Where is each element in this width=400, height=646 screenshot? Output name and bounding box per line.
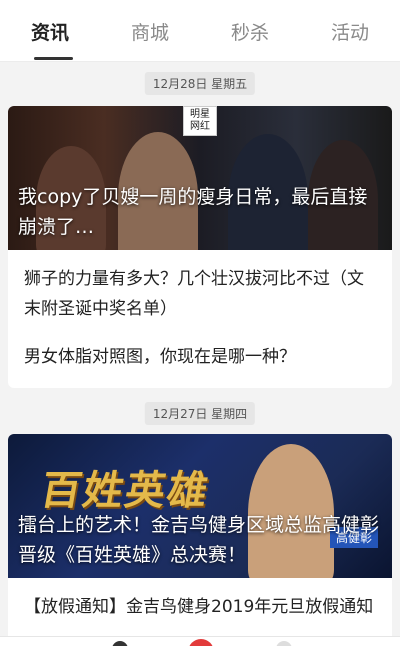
list-item[interactable]: 狮子的力量有多大？几个壮汉拔河比不过（文末附圣诞中奖名单） — [8, 264, 392, 324]
tab-mall[interactable]: 商城 — [100, 0, 200, 62]
tab-news[interactable]: 资讯 — [0, 0, 100, 62]
nav-center-icon[interactable] — [188, 639, 214, 646]
nav-icon[interactable] — [112, 641, 128, 646]
top-tab-bar: 资讯 商城 秒杀 活动 — [0, 0, 400, 62]
bottom-nav — [0, 636, 400, 646]
event-logo: 百姓英雄 — [37, 467, 214, 514]
hero-caption: 我copy了贝嫂一周的瘦身日常，最后直接崩溃了… — [18, 186, 368, 238]
date-label: 12月27日 星期四 — [144, 402, 256, 425]
tab-flash-sale[interactable]: 秒杀 — [200, 0, 300, 62]
list-item[interactable]: 男女体脂对照图，你现在是哪一种？ — [8, 342, 392, 372]
hero-article[interactable]: 明星 网红 我copy了贝嫂一周的瘦身日常，最后直接崩溃了… — [8, 106, 392, 250]
list-item[interactable]: 【放假通知】金吉鸟健身2019年元旦放假通知 — [8, 592, 392, 622]
news-card: 百姓英雄 高健彰 擂台上的艺术！金吉鸟健身区域总监高健彰晋级《百姓英雄》总决赛！… — [8, 434, 392, 644]
date-label: 12月28日 星期五 — [144, 72, 256, 95]
hero-caption: 擂台上的艺术！金吉鸟健身区域总监高健彰晋级《百姓英雄》总决赛！ — [18, 514, 380, 566]
hero-article[interactable]: 百姓英雄 高健彰 擂台上的艺术！金吉鸟健身区域总监高健彰晋级《百姓英雄》总决赛！ — [8, 434, 392, 578]
category-badge: 明星 网红 — [183, 106, 217, 136]
tab-events[interactable]: 活动 — [300, 0, 400, 62]
nav-icon[interactable] — [276, 641, 292, 646]
news-card: 明星 网红 我copy了贝嫂一周的瘦身日常，最后直接崩溃了… 狮子的力量有多大？… — [8, 106, 392, 388]
